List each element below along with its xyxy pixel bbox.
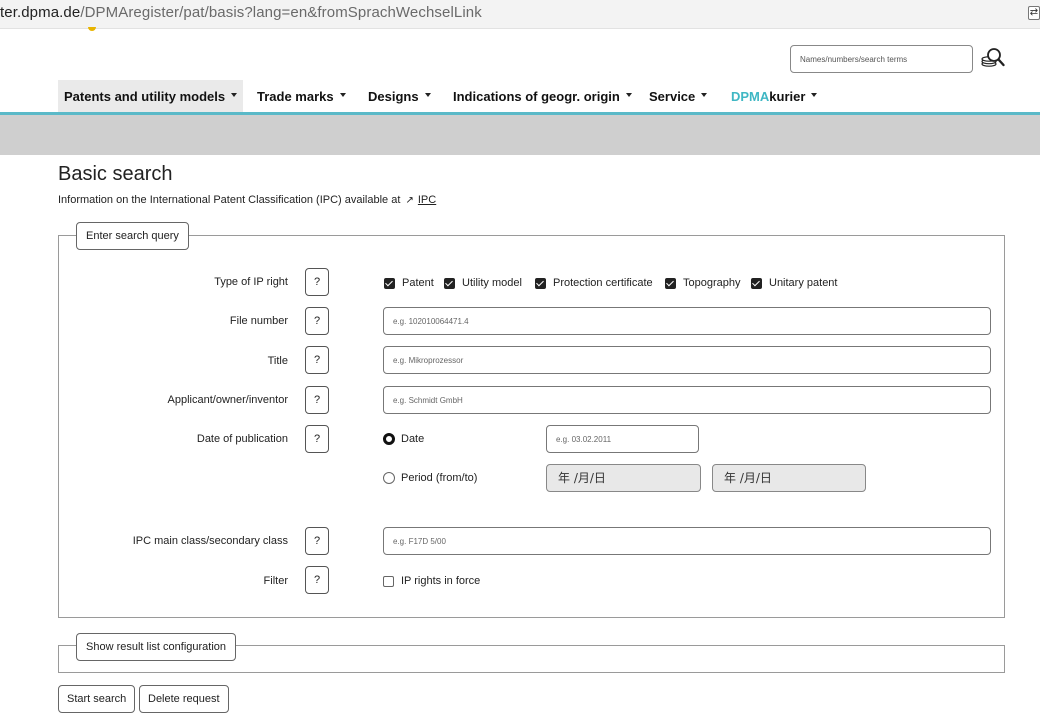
radio-unselected-icon (383, 472, 395, 484)
file-number-input[interactable] (384, 308, 990, 334)
applicant-input[interactable] (384, 387, 990, 413)
help-button-file-number[interactable]: ? (305, 307, 329, 335)
checkbox-unitary-patent[interactable]: Unitary patent (751, 277, 837, 289)
checkbox-ip-rights-in-force[interactable]: IP rights in force (383, 575, 480, 587)
ipc-info-text: Information on the International Patent … (58, 194, 436, 206)
caret-down-icon (231, 93, 238, 97)
checkbox-checked-icon (665, 277, 676, 289)
radio-date-label: Date (401, 433, 425, 445)
delete-request-button[interactable]: Delete request (139, 685, 229, 713)
help-button-filter[interactable]: ? (305, 566, 329, 594)
checkbox-protection-certificate[interactable]: Protection certificate (535, 277, 653, 289)
checkbox-checked-icon (384, 277, 395, 289)
date-input[interactable] (547, 426, 698, 452)
nav-geogr-origin-label: Indications of geogr. origin (453, 89, 620, 104)
header-search-input[interactable] (791, 46, 972, 72)
checkbox-ip-rights-in-force-label: IP rights in force (401, 575, 481, 587)
url-host: ter.dpma.de (0, 4, 81, 21)
checkbox-patent-label: Patent (402, 277, 434, 289)
search-query-panel (58, 235, 1005, 618)
ipc-class-field[interactable] (383, 527, 991, 555)
nav-designs-label: Designs (368, 89, 419, 104)
breadcrumb-band (0, 115, 1040, 155)
checkbox-protection-certificate-label: Protection certificate (553, 277, 653, 289)
radio-period[interactable]: Period (from/to) (383, 472, 477, 484)
search-icon[interactable] (980, 46, 1006, 72)
checkbox-checked-icon (535, 277, 546, 289)
date-field[interactable] (546, 425, 699, 453)
main-navigation: Patents and utility models Trade marks D… (0, 80, 1040, 113)
help-button-ipc[interactable]: ? (305, 527, 329, 555)
nav-trade-marks-label: Trade marks (257, 89, 334, 104)
checkbox-checked-icon (444, 277, 455, 289)
browser-address-bar[interactable]: ter.dpma.de/DPMAregister/pat/basis?lang=… (0, 0, 1040, 29)
page-title: Basic search (58, 163, 173, 185)
title-label: Title (267, 355, 288, 367)
logo-fragment (88, 27, 96, 31)
checkbox-patent[interactable]: Patent (384, 277, 434, 289)
period-from-date-input[interactable]: 年 /月/日 (546, 464, 701, 492)
ipc-class-label: IPC main class/secondary class (132, 535, 288, 547)
nav-dpmakurier[interactable]: DPMA kurier (725, 80, 823, 113)
nav-trade-marks[interactable]: Trade marks (251, 80, 352, 113)
file-number-field[interactable] (383, 307, 991, 335)
ipc-class-input[interactable] (384, 528, 990, 554)
header-search-field[interactable] (790, 45, 973, 73)
caret-down-icon (701, 93, 708, 97)
date-of-publication-label: Date of publication (196, 433, 288, 445)
help-button-ip-type[interactable]: ? (305, 268, 329, 296)
enter-search-query-button[interactable]: Enter search query (76, 222, 189, 250)
file-number-label: File number (229, 315, 288, 327)
checkbox-utility-model-label: Utility model (462, 277, 522, 289)
nav-geogr-origin[interactable]: Indications of geogr. origin (447, 80, 638, 113)
url-text[interactable]: ter.dpma.de/DPMAregister/pat/basis?lang=… (0, 4, 482, 21)
ipc-link[interactable]: IPC (418, 194, 436, 206)
nav-service-label: Service (649, 89, 696, 104)
radio-selected-icon (383, 433, 395, 445)
nav-dpmakurier-label: kurier (769, 89, 806, 104)
checkbox-topography-label: Topography (683, 277, 741, 289)
checkbox-unitary-patent-label: Unitary patent (769, 277, 838, 289)
ipc-info-label: Information on the International Patent … (58, 194, 401, 206)
title-field[interactable] (383, 346, 991, 374)
nav-dpmakurier-accent: DPMA (731, 89, 770, 104)
show-result-list-config-button[interactable]: Show result list configuration (76, 633, 237, 661)
caret-down-icon (424, 93, 431, 97)
ip-type-label: Type of IP right (214, 276, 288, 288)
translate-icon[interactable]: ⇄ (1028, 6, 1040, 20)
radio-period-label: Period (from/to) (401, 472, 478, 484)
nav-service[interactable]: Service (643, 80, 713, 113)
help-button-date[interactable]: ? (305, 425, 329, 453)
nav-designs[interactable]: Designs (362, 80, 437, 113)
help-button-applicant[interactable]: ? (305, 386, 329, 414)
nav-patents[interactable]: Patents and utility models (58, 80, 244, 113)
title-input[interactable] (384, 347, 990, 373)
checkbox-checked-icon (751, 277, 762, 289)
caret-down-icon (625, 93, 632, 97)
start-search-button[interactable]: Start search (58, 685, 136, 713)
checkbox-utility-model[interactable]: Utility model (444, 277, 522, 289)
applicant-label: Applicant/owner/inventor (167, 394, 288, 406)
filter-label: Filter (263, 575, 288, 587)
caret-down-icon (339, 93, 346, 97)
checkbox-unchecked-icon (383, 575, 394, 587)
help-button-title[interactable]: ? (305, 346, 329, 374)
nav-patents-label: Patents and utility models (64, 89, 226, 104)
applicant-field[interactable] (383, 386, 991, 414)
caret-down-icon (811, 93, 818, 97)
external-link-icon: ↗ (405, 195, 414, 206)
radio-date[interactable]: Date (383, 433, 424, 445)
period-to-date-input[interactable]: 年 /月/日 (712, 464, 866, 492)
checkbox-topography[interactable]: Topography (665, 277, 741, 289)
url-path: /DPMAregister/pat/basis?lang=en&fromSpra… (80, 4, 482, 21)
